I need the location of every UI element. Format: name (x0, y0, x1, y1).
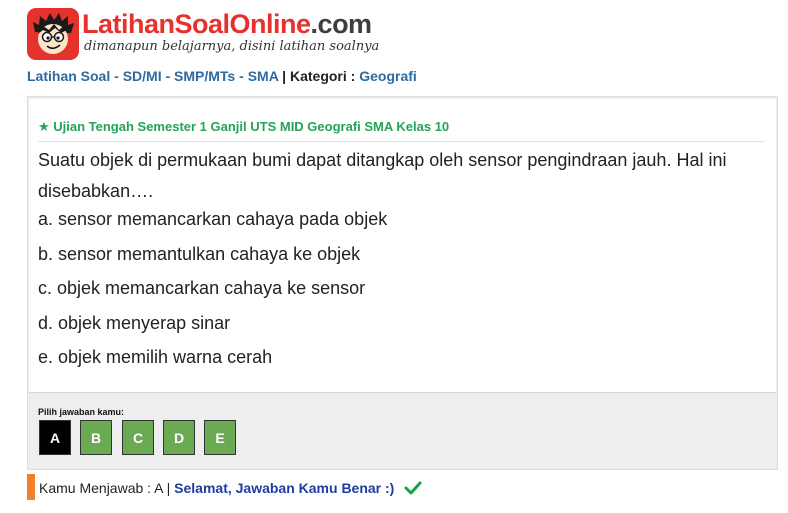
breadcrumb-sd-link[interactable]: SD/MI (123, 68, 162, 84)
breadcrumb-home-link[interactable]: Latihan Soal (27, 68, 110, 84)
option-a: a. sensor memancarkan cahaya pada objek (38, 209, 388, 229)
answer-button-a[interactable]: A (39, 420, 71, 455)
option-b: b. sensor memantulkan cahaya ke objek (38, 244, 361, 264)
option-c: c. objek memancarkan cahaya ke sensor (38, 278, 366, 298)
feedback-prefix: Kamu Menjawab : A | (39, 480, 175, 496)
breadcrumb-separator: - (165, 68, 175, 84)
answer-button-e[interactable]: E (204, 420, 236, 455)
brand-name-part1: LatihanSoal (82, 9, 230, 39)
feedback-accent-bar (27, 474, 35, 500)
breadcrumb-kategori-link[interactable]: Geografi (359, 68, 417, 84)
feedback-message: Selamat, Jawaban Kamu Benar :) (174, 480, 395, 496)
question-card: ★ Ujian Tengah Semester 1 Ganjil UTS MID… (29, 99, 776, 393)
checkmark-icon (404, 481, 422, 498)
divider (38, 141, 765, 142)
breadcrumb-separator: - (114, 68, 123, 84)
option-e: e. objek memilih warna cerah (38, 347, 273, 367)
brand-name-part2: Online (229, 9, 312, 39)
breadcrumb-pipe: | (282, 68, 290, 84)
feedback-text: Kamu Menjawab : A | Selamat, Jawaban Kam… (39, 480, 422, 498)
logo-mascot-icon[interactable] (27, 8, 79, 60)
site-header: LatihanSoalOnline.com dimanapun belajarn… (27, 6, 407, 62)
breadcrumb-separator: - (239, 68, 248, 84)
answer-button-b[interactable]: B (80, 420, 112, 455)
answer-button-c[interactable]: C (122, 420, 154, 455)
brand-tagline: dimanapun belajarnya, disini latihan soa… (84, 39, 380, 54)
option-d: d. objek menyerap sinar (38, 313, 231, 333)
breadcrumb-smp-link[interactable]: SMP/MTs (174, 68, 235, 84)
brand-name-part3: .com (310, 9, 373, 39)
breadcrumb-sma-link[interactable]: SMA (248, 68, 279, 84)
breadcrumb: Latihan Soal - SD/MI - SMP/MTs - SMA | K… (27, 68, 417, 84)
quiz-container: ★ Ujian Tengah Semester 1 Ganjil UTS MID… (27, 96, 778, 470)
brand-name[interactable]: LatihanSoalOnline.com (82, 8, 372, 40)
exam-title[interactable]: ★ Ujian Tengah Semester 1 Ganjil UTS MID… (38, 119, 449, 135)
question-text: Suatu objek di permukaan bumi dapat dita… (38, 150, 727, 201)
breadcrumb-kategori-label: Kategori (289, 68, 347, 84)
breadcrumb-colon: : (346, 68, 360, 84)
answer-prompt: Pilih jawaban kamu: (38, 407, 125, 417)
answer-button-d[interactable]: D (163, 420, 195, 455)
